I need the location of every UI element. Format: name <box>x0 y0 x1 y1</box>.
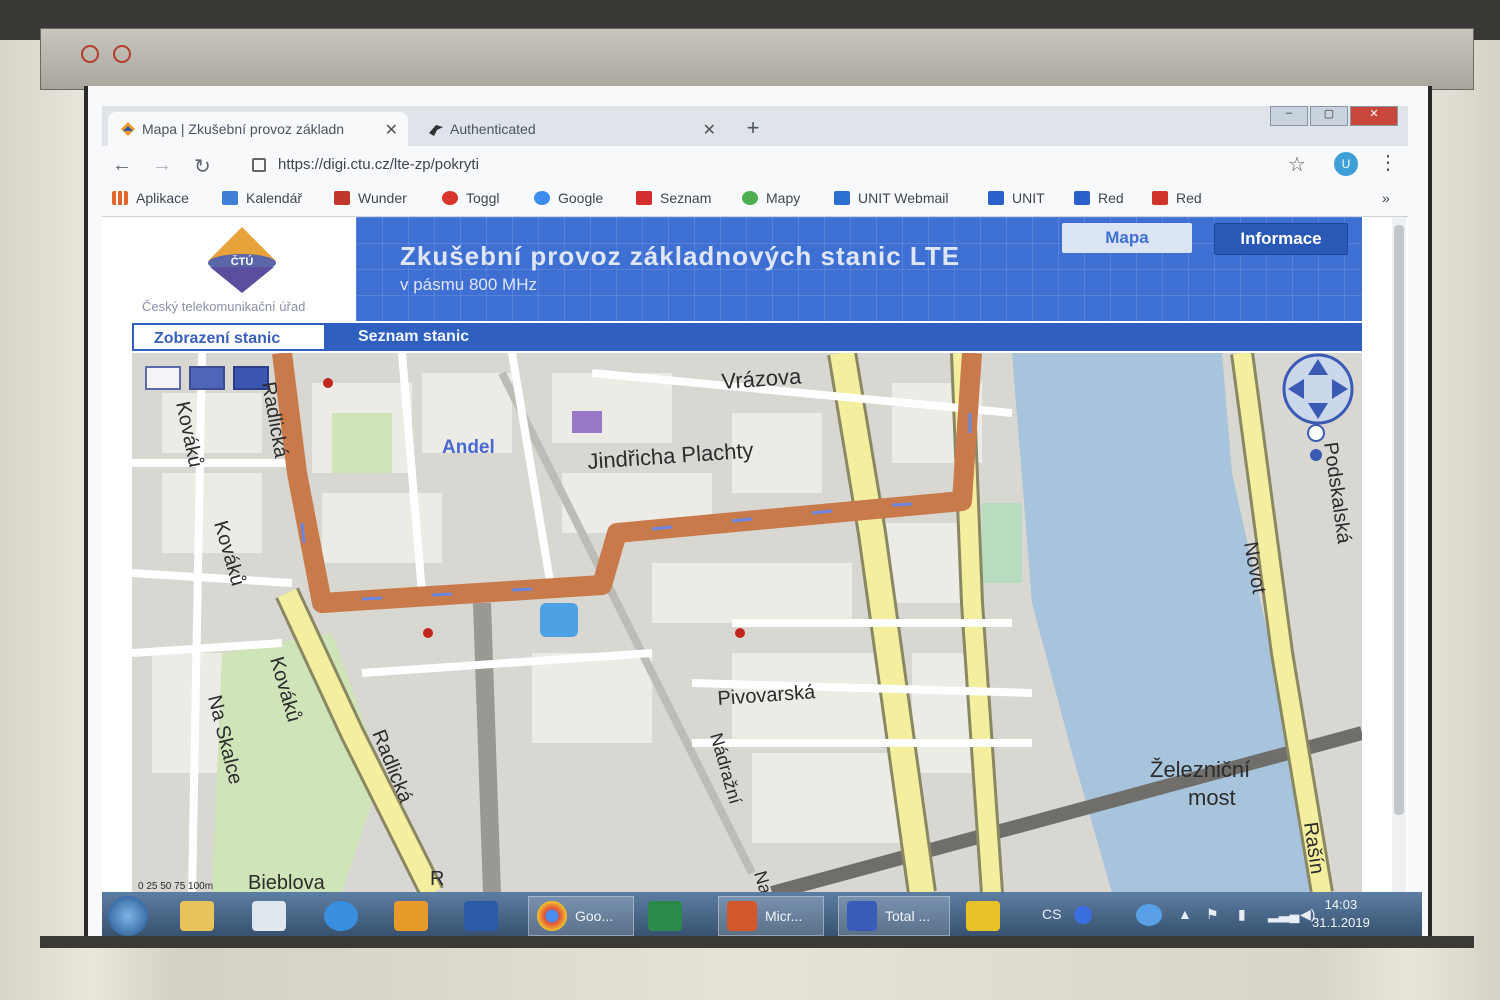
system-clock[interactable]: 14:03 31.1.2019 <box>1312 896 1370 932</box>
flag-icon[interactable]: ⚑ <box>1206 906 1219 923</box>
tab-authenticated[interactable]: Authenticated ✕ <box>416 112 726 146</box>
web-page: ČTÚ Český telekomunikační úřad Zkušební … <box>102 217 1408 893</box>
street-label: Bieblova <box>248 872 326 893</box>
apps-grid-icon <box>112 191 128 205</box>
more-bookmarks-icon[interactable]: » <box>1382 190 1390 206</box>
google-icon <box>534 191 550 205</box>
bookmark-apps[interactable]: Aplikace <box>112 190 189 206</box>
new-tab-button[interactable]: + <box>738 114 768 144</box>
bookmark-wunder[interactable]: Wunder <box>334 190 407 206</box>
excel-taskbar-icon[interactable] <box>648 896 690 936</box>
projector-screen-housing <box>40 28 1474 90</box>
explorer-taskbar-icon[interactable] <box>180 896 222 936</box>
bridge-label: most <box>1188 785 1236 810</box>
ctu-logo[interactable]: ČTÚ Český telekomunikační úřad <box>132 217 356 321</box>
bookmark-unit-webmail[interactable]: UNIT Webmail <box>834 190 949 206</box>
screen-bottom-bar <box>40 936 1474 948</box>
menu-dots-icon[interactable]: ⋮ <box>1378 150 1398 175</box>
taskbar-total-commander[interactable]: Total ... <box>838 896 950 936</box>
map-scale: 0 25 50 75 100m <box>138 881 213 892</box>
address-bar[interactable]: https://digi.ctu.cz/lte-zp/pokryti <box>278 156 479 173</box>
bookmark-star-icon[interactable]: ☆ <box>1288 152 1306 177</box>
svg-text:ČTÚ: ČTÚ <box>231 255 254 268</box>
site-banner: Zkušební provoz základnových stanic LTE … <box>356 217 1362 321</box>
language-indicator[interactable]: CS <box>1042 906 1061 922</box>
minimize-button[interactable]: – <box>1270 106 1308 126</box>
layer-button-light[interactable] <box>145 366 181 390</box>
folder-icon <box>1074 191 1090 205</box>
ctu-favicon-icon <box>121 122 135 136</box>
bookmark-google[interactable]: Google <box>534 190 603 206</box>
bookmark-red-2[interactable]: Red <box>1152 190 1202 206</box>
unit-icon <box>988 191 1004 205</box>
back-arrow-icon[interactable]: ← <box>112 154 132 177</box>
reload-icon[interactable]: ↻ <box>194 154 211 179</box>
page-scrollbar[interactable] <box>1392 217 1406 893</box>
seznam-icon <box>636 191 652 205</box>
profile-avatar[interactable]: U <box>1334 152 1358 176</box>
browser-toolbar: ← → ↻ https://digi.ctu.cz/lte-zp/pokryti… <box>102 146 1408 186</box>
notepad-taskbar-icon[interactable] <box>252 896 294 936</box>
projected-screen: Mapa | Zkušební provoz základn ✕ Authent… <box>84 86 1432 946</box>
toggl-icon <box>442 191 458 205</box>
map-canvas[interactable]: Vrázova Jindřicha Plachty Andel Radlická… <box>132 353 1362 893</box>
tab-seznam-stanic[interactable]: Seznam stanic <box>338 323 489 351</box>
network-help-icon[interactable] <box>1136 904 1162 926</box>
taskbar-powerpoint[interactable]: Micr... <box>718 896 824 936</box>
lock-icon <box>252 158 266 172</box>
media-player-taskbar-icon[interactable] <box>394 896 436 936</box>
ie-taskbar-icon[interactable] <box>324 896 366 936</box>
zoom-in-icon[interactable] <box>1307 424 1325 442</box>
bird-favicon-icon <box>429 125 443 136</box>
folder-icon <box>1152 191 1168 205</box>
scrollbar-thumb[interactable] <box>1394 225 1404 815</box>
informace-button[interactable]: Informace <box>1214 223 1348 255</box>
messenger-taskbar-icon[interactable] <box>966 896 1008 936</box>
windows-taskbar: Goo... Micr... Total ... CS ▲ ⚑ ▮ ▂▃▄ ◀)… <box>102 892 1422 940</box>
calendar-icon <box>222 191 238 205</box>
window-controls: – ▢ ✕ <box>1268 106 1398 126</box>
tab-mapa[interactable]: Mapa | Zkušební provoz základn ✕ <box>108 112 408 146</box>
site-title: Zkušební provoz základnových stanic LTE <box>400 241 961 271</box>
mapy-icon <box>742 191 758 205</box>
bookmark-seznam[interactable]: Seznam <box>636 190 711 206</box>
bridge-label: Železniční <box>1150 757 1250 782</box>
taskbar-chrome[interactable]: Goo... <box>528 896 634 936</box>
site-subtitle: v pásmu 800 MHz <box>400 275 537 294</box>
bookmark-kalendar[interactable]: Kalendář <box>222 190 302 206</box>
signal-icon[interactable]: ▂▃▄ <box>1268 906 1299 923</box>
warning-sticker-icon <box>113 45 131 63</box>
logo-caption: Český telekomunikační úřad <box>142 299 306 314</box>
wunderlist-icon <box>334 191 350 205</box>
start-button[interactable] <box>108 896 148 936</box>
unit-icon <box>834 191 850 205</box>
forward-arrow-icon[interactable]: → <box>152 154 172 177</box>
browser-tab-strip: Mapa | Zkušební provoz základn ✕ Authent… <box>102 106 1408 146</box>
mapa-button[interactable]: Mapa <box>1062 223 1192 253</box>
word-taskbar-icon[interactable] <box>464 896 506 936</box>
power-icon[interactable]: ▮ <box>1238 906 1246 923</box>
bookmarks-bar: Aplikace Kalendář Wunder Toggl Google Se… <box>102 186 1408 217</box>
street-label: R <box>430 868 444 890</box>
tab-label: Mapa | Zkušební provoz základn <box>142 121 345 137</box>
warning-sticker-icon <box>81 45 99 63</box>
close-tab-icon[interactable]: ✕ <box>703 120 716 140</box>
bookmark-red-1[interactable]: Red <box>1074 190 1124 206</box>
bookmark-unit[interactable]: UNIT <box>988 190 1045 206</box>
tab-label: Authenticated <box>450 121 536 137</box>
maximize-button[interactable]: ▢ <box>1310 106 1348 126</box>
coverage-map[interactable]: Vrázova Jindřicha Plachty Andel Radlická… <box>132 353 1362 893</box>
close-window-button[interactable]: ✕ <box>1350 106 1398 126</box>
station-label: Andel <box>442 437 495 458</box>
tab-zobrazeni-stanic[interactable]: Zobrazení stanic <box>132 323 326 351</box>
help-icon[interactable] <box>1074 906 1092 924</box>
show-hidden-icons[interactable]: ▲ <box>1178 906 1192 922</box>
subnav-tabs: Zobrazení stanic Seznam stanic <box>132 323 1362 351</box>
close-tab-icon[interactable]: ✕ <box>385 120 398 140</box>
bookmark-toggl[interactable]: Toggl <box>442 190 499 206</box>
bookmark-mapy[interactable]: Mapy <box>742 190 800 206</box>
layer-button-medium[interactable] <box>189 366 225 390</box>
ctu-logo-icon: ČTÚ <box>208 227 276 293</box>
